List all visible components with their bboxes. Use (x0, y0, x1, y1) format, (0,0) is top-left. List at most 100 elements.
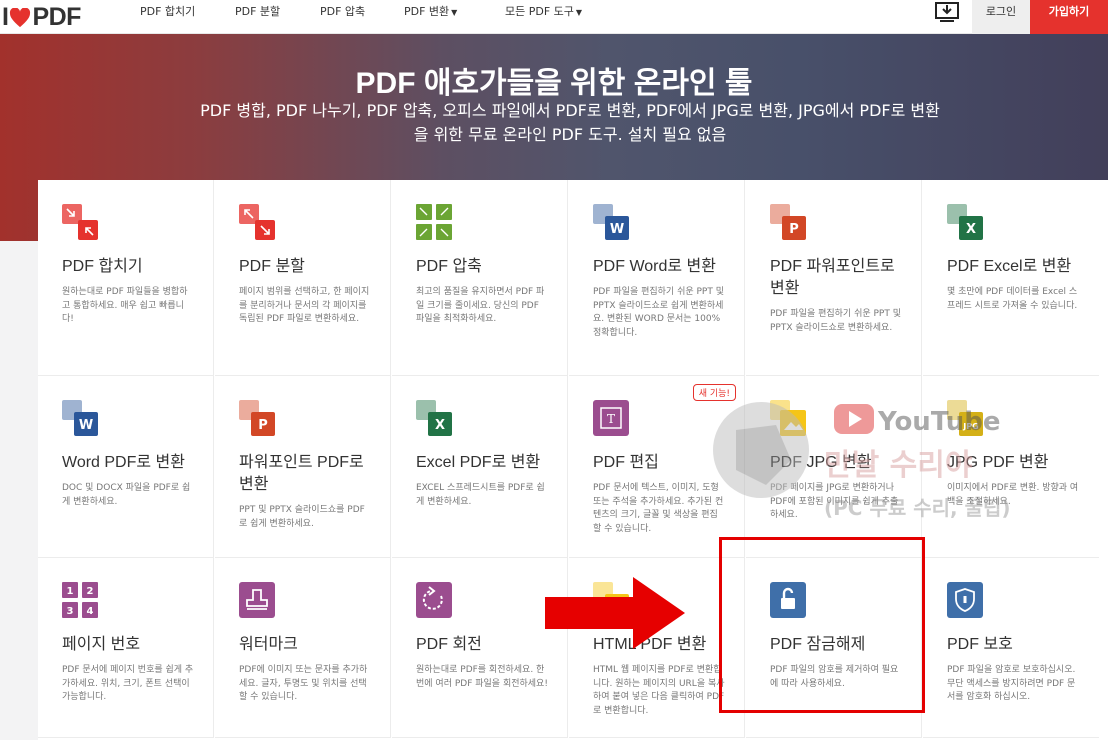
nav-compress[interactable]: PDF 압축 (320, 0, 365, 34)
tool-description: PDF 파일을 편집하기 쉬운 PPT 및 PPTX 슬라이드쇼로 쉽게 변환하… (593, 287, 724, 338)
tool-description: PDF 페이지를 JPG로 변환하거나 PDF에 포함된 이미지를 쉽게 추출하… (770, 483, 899, 520)
tool-card-jpg-pdf[interactable]: JPG JPG PDF 변환이미지에서 PDF로 변환. 방향과 여백을 조절하세… (923, 376, 1099, 558)
compress-icon (416, 204, 452, 240)
tool-card-pdf-excel[interactable]: X PDF Excel로 변환몇 초만에 PDF 데이터를 Excel 스프레드 … (923, 180, 1099, 376)
tool-card-excel-pdf[interactable]: X Excel PDF로 변환 EXCEL 스프레드시트를 PDF로 쉽게 변환하세… (392, 376, 568, 558)
tool-card-pdf-jpg[interactable]: PDF JPG 변환 PDF 페이지를 JPG로 변환하거나 PDF에 포함된 이… (746, 376, 922, 558)
excel-icon: X (947, 204, 983, 240)
jpg-icon (770, 400, 806, 436)
tool-card-watermark[interactable]: 워터마크 PDF에 이미지 또는 문자를 추가하세요. 글자, 투명도 및 위치를… (215, 558, 391, 738)
edit-icon: T (593, 400, 629, 436)
nav-convert[interactable]: PDF 변환 ▼ (404, 0, 457, 34)
powerpoint-icon: P (770, 204, 806, 240)
tool-title: PDF Word로 변환 (593, 258, 716, 275)
tool-description: HTML 웹 페이지를 PDF로 변환합니다. 원하는 페이지의 URL을 복사… (593, 665, 725, 716)
svg-text:X: X (435, 418, 445, 433)
tool-title: PDF 분할 (239, 258, 305, 275)
logo-i: I (2, 3, 9, 31)
chevron-down-icon: ▼ (575, 8, 583, 17)
shield-icon (947, 582, 983, 618)
tool-title: PDF 편집 (593, 454, 659, 471)
tool-title: JPG PDF 변환 (947, 454, 1049, 471)
svg-text:1: 1 (67, 586, 74, 597)
tool-card-page-numbers[interactable]: 1 2 3 4 페이지 번호 PDF 문서에 페이지 번호를 쉽게 추가하세요. 위치, … (38, 558, 214, 738)
svg-text:JPG: JPG (962, 422, 978, 431)
tool-title: PDF 합치기 (62, 258, 143, 275)
tool-card-protect[interactable]: PDF 보호 PDF 파일을 암호로 보호하십시오. 무단 액세스를 방지하려면 … (923, 558, 1099, 738)
nav-all-tools-label: 모든 PDF 도구 (505, 5, 574, 18)
tools-grid: PDF 합치기원하는대로 PDF 파일들을 병합하고 통합하세요. 매우 쉽고 … (38, 180, 1108, 740)
tool-title: PDF 압축 (416, 258, 482, 275)
tool-title: 페이지 번호 (62, 636, 141, 653)
svg-text:P: P (789, 222, 799, 237)
tool-description: 최고의 품질을 유지하면서 PDF 파일 크기를 줄이세요. 당신의 PDF 파… (416, 287, 545, 324)
tool-card-split[interactable]: PDF 분할페이지 범위를 선택하고, 한 페이지를 분리하거나 문서의 각 페… (215, 180, 391, 376)
tool-description: PDF에 이미지 또는 문자를 추가하세요. 글자, 투명도 및 위치를 선택할… (239, 665, 368, 702)
svg-text:T: T (607, 412, 615, 426)
tool-description: PDF 문서에 텍스트, 이미지, 도형 또는 주석을 추가하세요. 추가된 컨… (593, 483, 724, 534)
tool-description: PPT 및 PPTX 슬라이드쇼를 PDF로 쉽게 변환하세요. (239, 505, 365, 529)
word-icon: W (62, 400, 98, 436)
split-icon (239, 204, 275, 240)
tool-description: PDF 파일을 편집하기 쉬운 PPT 및 PPTX 슬라이드쇼로 변환하세요. (770, 309, 901, 333)
tool-title: PDF 파워포인트로 변환 (770, 258, 895, 297)
tool-description: 원하는대로 PDF 파일들을 병합하고 통합하세요. 매우 쉽고 빠릅니다! (62, 287, 188, 324)
tool-card-compress[interactable]: PDF 압축최고의 품질을 유지하면서 PDF 파일 크기를 줄이세요. 당신의… (392, 180, 568, 376)
page-numbers-icon: 1 2 3 4 (62, 582, 98, 618)
tool-card-pdf-ppt[interactable]: P PDF 파워포인트로 변환 PDF 파일을 편집하기 쉬운 PPT 및 PPTX… (746, 180, 922, 376)
stamp-icon (239, 582, 275, 618)
ilovepdf-logo[interactable]: I PDF (2, 3, 81, 32)
tool-title: PDF 회전 (416, 636, 482, 653)
signup-button[interactable]: 가입하기 (1030, 0, 1108, 34)
word-icon: W (593, 204, 629, 240)
jpg-icon: JPG (947, 400, 983, 436)
svg-text:3: 3 (67, 606, 74, 617)
tool-title: PDF 보호 (947, 636, 1013, 653)
tool-card-pdf-word[interactable]: W PDF Word로 변환 PDF 파일을 편집하기 쉬운 PPT 및 PPTX … (569, 180, 745, 376)
tool-description: 페이지 범위를 선택하고, 한 페이지를 분리하거나 문서의 각 페이지를 독립… (239, 287, 370, 324)
tool-description: 원하는대로 PDF를 회전하세요. 한 번에 여러 PDF 파일을 회전하세요! (416, 665, 548, 689)
tool-title: PDF JPG 변환 (770, 454, 872, 471)
tool-card-edit[interactable]: 새 기능! T PDF 편집 PDF 문서에 텍스트, 이미지, 도형 또는 주석을 … (569, 376, 745, 558)
svg-text:W: W (610, 222, 624, 237)
login-button[interactable]: 로그인 (972, 0, 1030, 34)
chevron-down-icon: ▼ (451, 8, 458, 17)
tool-title: PDF Excel로 변환 (947, 258, 1072, 275)
nav-split[interactable]: PDF 분할 (235, 0, 280, 34)
tool-card-rotate[interactable]: PDF 회전원하는대로 PDF를 회전하세요. 한 번에 여러 PDF 파일을 … (392, 558, 568, 738)
tool-title: Excel PDF로 변환 (416, 454, 541, 471)
nav-merge[interactable]: PDF 합치기 (140, 0, 195, 34)
svg-text:2: 2 (87, 586, 94, 597)
nav-convert-label: PDF 변환 (404, 5, 450, 18)
tool-card-word-pdf[interactable]: W Word PDF로 변환 DOC 및 DOCX 파일을 PDF로 쉽게 변환하세… (38, 376, 214, 558)
tool-description: PDF 파일을 암호로 보호하십시오. 무단 액세스를 방지하려면 PDF 문서… (947, 665, 1076, 702)
tool-title: Word PDF로 변환 (62, 454, 185, 471)
hero-subtitle: PDF 병합, PDF 나누기, PDF 압축, 오피스 파일에서 PDF로 변… (200, 101, 940, 144)
svg-text:X: X (966, 222, 976, 237)
nav-all-tools[interactable]: 모든 PDF 도구 ▼ (505, 0, 582, 34)
tool-description: 이미지에서 PDF로 변환. 방향과 여백을 조절하세요. (947, 483, 1079, 507)
merge-icon (62, 204, 98, 240)
heart-icon (10, 7, 31, 27)
svg-text:P: P (258, 418, 268, 433)
rotate-icon (416, 582, 452, 618)
hero-title: PDF 애호가들을 위한 온라인 툴 (355, 67, 753, 100)
tool-description: DOC 및 DOCX 파일을 PDF로 쉽게 변환하세요. (62, 483, 191, 507)
tool-description: 몇 초만에 PDF 데이터를 Excel 스프레드 시트로 가져올 수 있습니다… (947, 287, 1078, 311)
tool-card-merge[interactable]: PDF 합치기원하는대로 PDF 파일들을 병합하고 통합하세요. 매우 쉽고 … (38, 180, 214, 376)
tool-description: PDF 문서에 페이지 번호를 쉽게 추가하세요. 위치, 크기, 폰트 선택이… (62, 665, 194, 702)
svg-text:W: W (79, 418, 93, 433)
tool-description: EXCEL 스프레드시트를 PDF로 쉽게 변환하세요. (416, 483, 545, 507)
red-arrow-annotation (545, 577, 685, 649)
logo-pdf: PDF (32, 3, 81, 31)
tool-title: 워터마크 (239, 636, 298, 653)
tool-card-ppt-pdf[interactable]: P 파워포인트 PDF로 변환 PPT 및 PPTX 슬라이드쇼를 PDF로 쉽게 … (215, 376, 391, 558)
tool-title: 파워포인트 PDF로 변환 (239, 454, 364, 493)
svg-text:4: 4 (87, 606, 94, 617)
highlight-box-annotation (719, 537, 925, 713)
new-feature-badge: 새 기능! (692, 384, 736, 401)
download-icon[interactable] (924, 0, 970, 26)
excel-icon: X (416, 400, 452, 436)
top-navbar: I PDF PDF 합치기 PDF 분할 PDF 압축 PDF 변환 ▼ 모든 P… (0, 0, 1108, 34)
powerpoint-icon: P (239, 400, 275, 436)
